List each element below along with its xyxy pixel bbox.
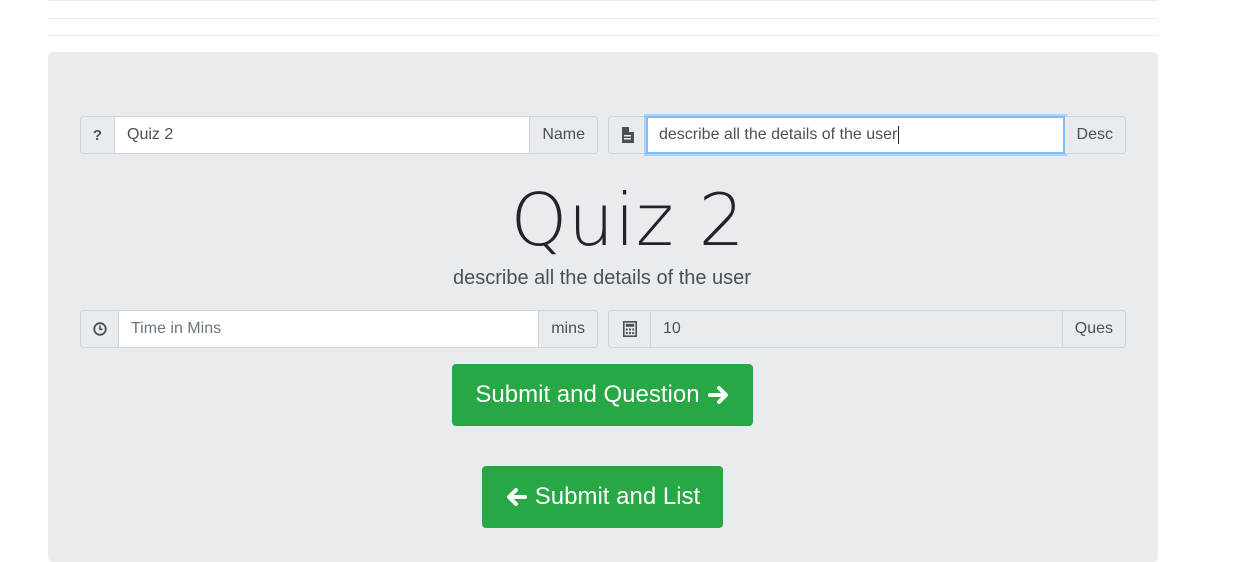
clock-icon	[80, 310, 118, 348]
arrow-right-icon	[707, 385, 730, 405]
submit-and-question-label: Submit and Question	[475, 381, 700, 408]
submit-and-list-label: Submit and List	[534, 483, 701, 510]
time-limit-group: Time in Mins mins	[80, 310, 598, 348]
quiz-description-suffix: Desc	[1064, 116, 1126, 154]
submit-and-question-button[interactable]: Submit and Question	[452, 364, 753, 426]
time-limit-input[interactable]: Time in Mins	[118, 310, 540, 348]
quiz-description-group: describe all the details of the user Des…	[608, 116, 1126, 154]
quiz-name-suffix: Name	[530, 116, 598, 154]
quiz-description-lead: describe all the details of the user	[453, 267, 751, 289]
question-icon: ?	[80, 116, 114, 154]
question-count-input[interactable]: 10	[650, 310, 1063, 348]
quiz-description-input[interactable]: describe all the details of the user	[646, 116, 1065, 154]
text-cursor	[898, 126, 900, 144]
submit-and-list-button[interactable]: Submit and List	[482, 466, 723, 528]
quiz-description-value: describe all the details of the user	[659, 126, 898, 143]
arrow-left-icon	[505, 487, 527, 507]
quiz-name-input[interactable]: Quiz 2	[114, 116, 531, 154]
file-text-icon	[608, 116, 646, 154]
divider-top	[48, 0, 1158, 1]
time-limit-suffix: mins	[539, 310, 598, 348]
divider-bottom	[48, 35, 1158, 36]
question-count-group: 10 Ques	[608, 310, 1126, 348]
calculator-icon	[608, 310, 650, 348]
divider-middle	[48, 18, 1158, 19]
quiz-name-group: ? Quiz 2 Name	[80, 116, 598, 154]
quiz-title: Quiz 2	[510, 178, 746, 262]
question-count-suffix: Ques	[1062, 310, 1126, 348]
